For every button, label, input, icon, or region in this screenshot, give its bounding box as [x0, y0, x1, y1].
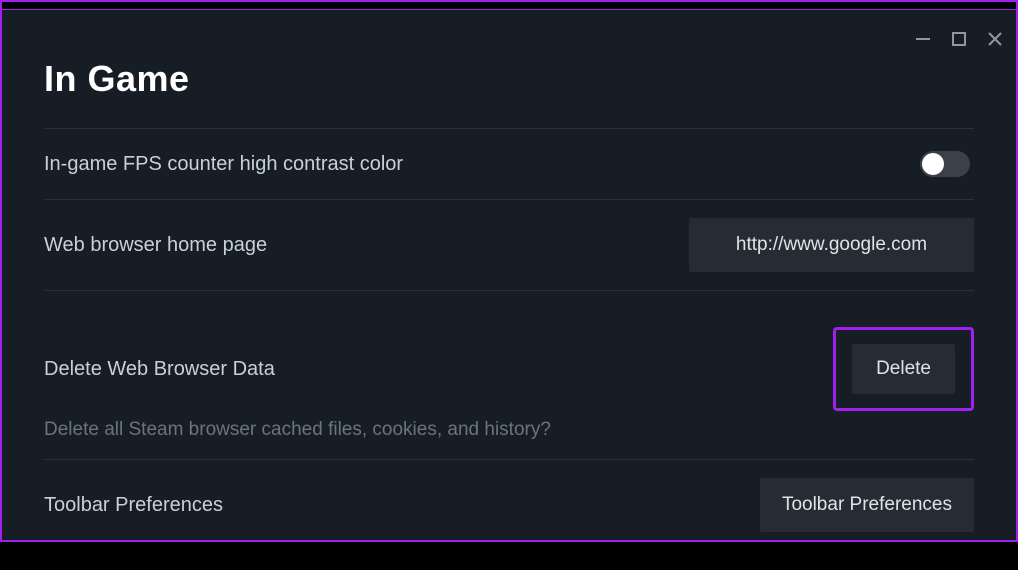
- fps-contrast-toggle[interactable]: [920, 151, 970, 177]
- setting-toolbar: Toolbar Preferences Toolbar Preferences: [44, 460, 974, 550]
- fps-contrast-label: In-game FPS counter high contrast color: [44, 153, 403, 176]
- toolbar-label: Toolbar Preferences: [44, 494, 223, 517]
- delete-button[interactable]: Delete: [852, 344, 955, 394]
- setting-fps-contrast: In-game FPS counter high contrast color: [44, 129, 974, 199]
- setting-delete-data: Delete Web Browser Data Delete: [44, 319, 974, 425]
- minimize-icon[interactable]: [914, 30, 932, 48]
- maximize-icon[interactable]: [950, 30, 968, 48]
- page-title: In Game: [44, 58, 974, 100]
- close-icon[interactable]: [986, 30, 1004, 48]
- homepage-label: Web browser home page: [44, 234, 267, 257]
- homepage-input[interactable]: [689, 218, 974, 272]
- setting-homepage: Web browser home page: [44, 200, 974, 290]
- delete-button-highlight: Delete: [833, 327, 974, 411]
- delete-data-label: Delete Web Browser Data: [44, 358, 275, 381]
- delete-data-description: Delete all Steam browser cached files, c…: [44, 419, 974, 441]
- toolbar-preferences-button[interactable]: Toolbar Preferences: [760, 478, 974, 532]
- toggle-knob: [922, 153, 944, 175]
